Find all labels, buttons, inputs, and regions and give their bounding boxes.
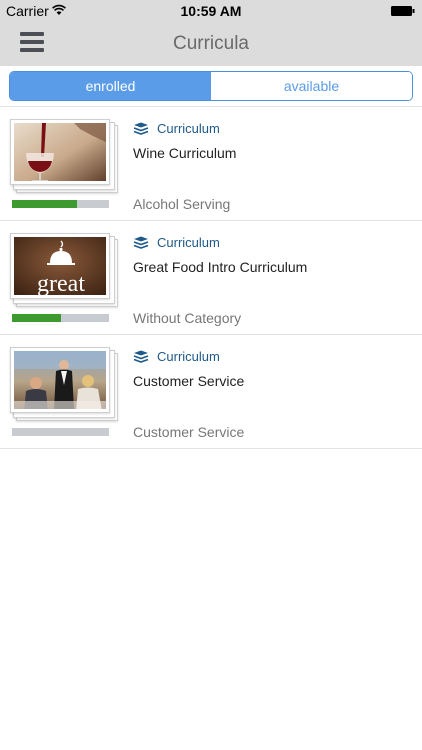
status-time: 10:59 AM bbox=[180, 3, 242, 19]
progress-bar bbox=[12, 428, 109, 436]
item-category: Alcohol Serving bbox=[133, 196, 231, 212]
thumbnail-stack bbox=[10, 119, 118, 193]
type-label: Curriculum bbox=[157, 121, 220, 136]
list-item[interactable]: Curriculum Customer Service Customer Ser… bbox=[0, 335, 422, 449]
status-bar: Carrier 10:59 AM bbox=[0, 0, 422, 22]
book-stack-icon bbox=[133, 122, 149, 135]
tab-available[interactable]: available bbox=[211, 72, 412, 100]
progress-fill bbox=[12, 314, 61, 322]
navigation-bar: Curricula bbox=[0, 22, 422, 66]
thumbnail-stack: great bbox=[10, 233, 118, 307]
list-item[interactable]: Curriculum Wine Curriculum Alcohol Servi… bbox=[0, 106, 422, 221]
item-category: Without Category bbox=[133, 310, 242, 326]
type-label: Curriculum bbox=[157, 349, 220, 364]
thumbnail-logo-text: great bbox=[37, 271, 85, 295]
progress-bar bbox=[12, 200, 109, 208]
book-stack-icon bbox=[133, 350, 149, 363]
thumbnail-stack bbox=[10, 347, 118, 421]
item-category: Customer Service bbox=[133, 424, 245, 440]
list-item[interactable]: great Curriculum Great Food Intro Curric… bbox=[0, 221, 422, 335]
tab-enrolled[interactable]: enrolled bbox=[10, 72, 211, 100]
great-logo-image: great bbox=[14, 237, 106, 295]
segmented-control: enrolled available bbox=[9, 71, 413, 101]
item-title: Customer Service bbox=[133, 373, 245, 389]
item-title: Great Food Intro Curriculum bbox=[133, 259, 308, 275]
battery-icon bbox=[391, 6, 415, 16]
curricula-list: Curriculum Wine Curriculum Alcohol Servi… bbox=[0, 106, 422, 449]
wine-pour-image bbox=[14, 123, 106, 181]
progress-bar bbox=[12, 314, 109, 322]
book-stack-icon bbox=[133, 236, 149, 249]
item-title: Wine Curriculum bbox=[133, 145, 237, 161]
page-title: Curricula bbox=[172, 33, 250, 54]
waiter-restaurant-image bbox=[14, 351, 106, 409]
type-label: Curriculum bbox=[157, 235, 220, 250]
progress-fill bbox=[12, 200, 77, 208]
